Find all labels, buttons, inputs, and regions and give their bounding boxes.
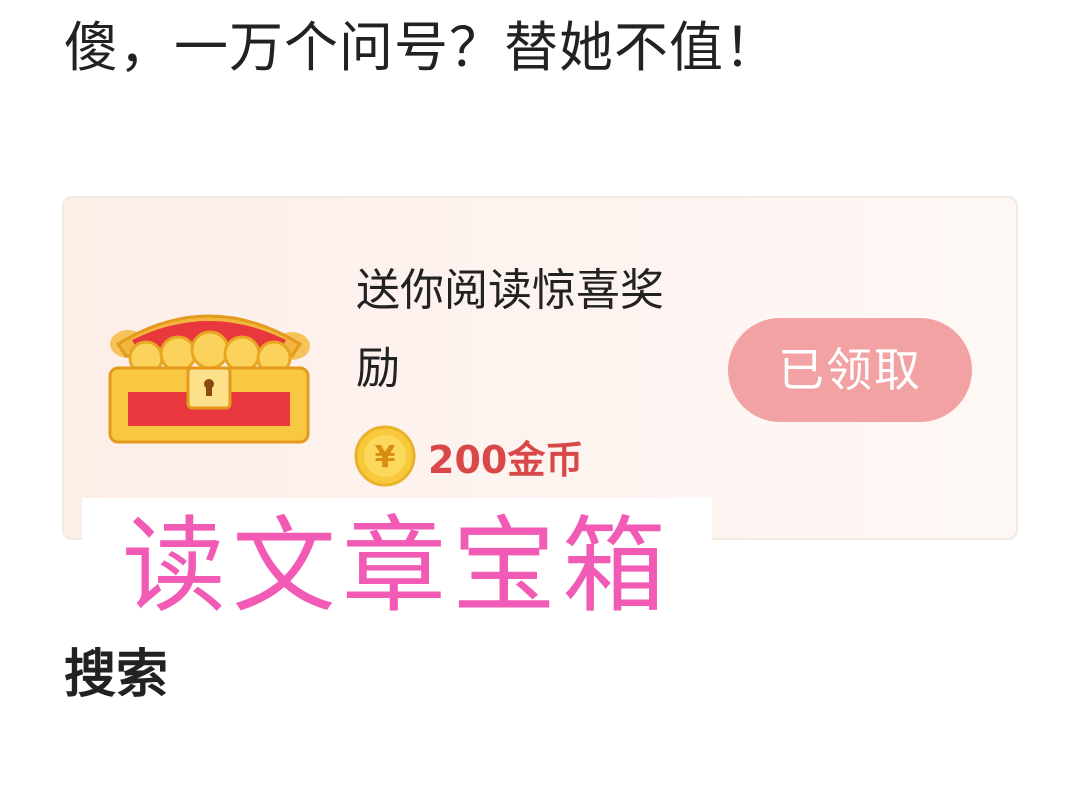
page: 傻，一万个问号？替她不值！ 送你阅读惊喜奖励 ¥ 200金币 已领取 读文章宝箱… — [0, 0, 1078, 788]
coin-reward: ¥ 200金币 — [354, 424, 583, 488]
search-heading: 搜索 — [64, 645, 169, 705]
treasure-chest-icon — [108, 314, 310, 444]
article-text-line: 傻，一万个问号？替她不值！ — [64, 16, 779, 79]
coin-amount: 200金币 — [428, 437, 584, 482]
reward-card: 送你阅读惊喜奖励 ¥ 200金币 已领取 — [62, 196, 1018, 540]
gold-coin-icon: ¥ — [354, 425, 416, 487]
coin-symbol: ¥ — [375, 440, 396, 475]
reward-title: 送你阅读惊喜奖励 — [356, 265, 664, 394]
overlay-caption: 读文章宝箱 — [82, 498, 712, 634]
claimed-button[interactable]: 已领取 — [728, 318, 972, 422]
